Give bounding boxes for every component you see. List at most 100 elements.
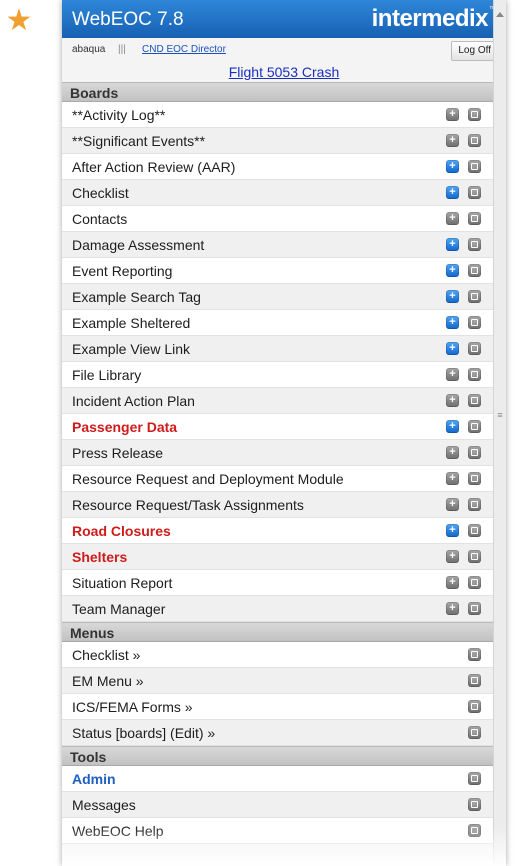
open-window-icon[interactable] [468,576,481,589]
list-item-label[interactable]: Messages [72,797,136,813]
add-record-icon[interactable]: + [446,186,459,199]
list-item-label[interactable]: Team Manager [72,601,165,617]
open-window-icon[interactable] [468,186,481,199]
list-item[interactable]: Resource Request and Deployment Module + [62,466,506,492]
add-record-icon[interactable]: + [446,472,459,485]
open-window-icon[interactable] [468,726,481,739]
list-item-label[interactable]: Status [boards] (Edit) » [72,725,215,741]
open-window-icon[interactable] [468,160,481,173]
list-item-label[interactable]: Press Release [72,445,163,461]
add-record-icon[interactable]: + [446,394,459,407]
add-record-icon[interactable]: + [446,498,459,511]
list-item[interactable]: Messages [62,792,506,818]
incident-link[interactable]: Flight 5053 Crash [229,64,340,80]
add-record-icon[interactable]: + [446,368,459,381]
list-item[interactable]: Press Release + [62,440,506,466]
list-item-label[interactable]: After Action Review (AAR) [72,159,235,175]
list-item-label[interactable]: ICS/FEMA Forms » [72,699,193,715]
list-item-label[interactable]: Passenger Data [72,419,177,435]
log-off-button[interactable]: Log Off [451,41,498,61]
add-record-icon[interactable]: + [446,576,459,589]
list-item[interactable]: Resource Request/Task Assignments + [62,492,506,518]
open-window-icon[interactable] [468,550,481,563]
list-item[interactable]: Damage Assessment + [62,232,506,258]
scrollbar[interactable]: ≡ [493,0,506,866]
list-item[interactable]: File Library + [62,362,506,388]
list-item[interactable]: ICS/FEMA Forms » [62,694,506,720]
open-window-icon[interactable] [468,368,481,381]
open-window-icon[interactable] [468,772,481,785]
list-item-label[interactable]: Example Sheltered [72,315,190,331]
list-item-label[interactable]: WebEOC Help [72,823,164,839]
list-item-label[interactable]: Checklist » [72,647,140,663]
open-window-icon[interactable] [468,264,481,277]
list-item[interactable]: **Activity Log** + [62,102,506,128]
open-window-icon[interactable] [468,472,481,485]
open-window-icon[interactable] [468,674,481,687]
list-item-label[interactable]: Example View Link [72,341,190,357]
open-window-icon[interactable] [468,798,481,811]
list-item-label[interactable]: Resource Request and Deployment Module [72,471,344,487]
add-record-icon[interactable]: + [446,420,459,433]
add-record-icon[interactable]: + [446,550,459,563]
list-item[interactable]: Example Search Tag + [62,284,506,310]
open-window-icon[interactable] [468,498,481,511]
list-item-label[interactable]: Resource Request/Task Assignments [72,497,304,513]
list-item[interactable]: Contacts + [62,206,506,232]
list-item[interactable]: After Action Review (AAR) + [62,154,506,180]
list-item[interactable]: Situation Report + [62,570,506,596]
scroll-grip-icon[interactable]: ≡ [496,410,504,420]
add-record-icon[interactable]: + [446,212,459,225]
list-item[interactable]: Checklist + [62,180,506,206]
open-window-icon[interactable] [468,342,481,355]
list-item-label[interactable]: File Library [72,367,141,383]
open-window-icon[interactable] [468,290,481,303]
add-record-icon[interactable]: + [446,446,459,459]
list-item-label[interactable]: Incident Action Plan [72,393,195,409]
add-record-icon[interactable]: + [446,238,459,251]
list-item-label[interactable]: Checklist [72,185,129,201]
open-window-icon[interactable] [468,700,481,713]
list-item-label[interactable]: Road Closures [72,523,171,539]
list-item-label[interactable]: Situation Report [72,575,172,591]
add-record-icon[interactable]: + [446,108,459,121]
list-item-label[interactable]: Admin [72,771,116,787]
open-window-icon[interactable] [468,824,481,837]
list-item-label[interactable]: Shelters [72,549,127,565]
add-record-icon[interactable]: + [446,134,459,147]
add-record-icon[interactable]: + [446,524,459,537]
open-window-icon[interactable] [468,238,481,251]
list-item-label[interactable]: EM Menu » [72,673,144,689]
add-record-icon[interactable]: + [446,342,459,355]
list-item[interactable]: Example Sheltered + [62,310,506,336]
list-item[interactable]: Checklist » [62,642,506,668]
open-window-icon[interactable] [468,108,481,121]
list-item[interactable]: Status [boards] (Edit) » [62,720,506,746]
list-item[interactable]: Team Manager + [62,596,506,622]
list-item[interactable]: Road Closures + [62,518,506,544]
open-window-icon[interactable] [468,648,481,661]
add-record-icon[interactable]: + [446,290,459,303]
list-item-label[interactable]: Example Search Tag [72,289,201,305]
list-item[interactable]: Admin [62,766,506,792]
list-item-label[interactable]: Damage Assessment [72,237,204,253]
list-item[interactable]: **Significant Events** + [62,128,506,154]
list-item[interactable]: Incident Action Plan + [62,388,506,414]
list-item-label[interactable]: Event Reporting [72,263,172,279]
open-window-icon[interactable] [468,446,481,459]
list-item[interactable]: Event Reporting + [62,258,506,284]
open-window-icon[interactable] [468,524,481,537]
open-window-icon[interactable] [468,420,481,433]
add-record-icon[interactable]: + [446,264,459,277]
position-link[interactable]: CND EOC Director [142,44,226,55]
open-window-icon[interactable] [468,134,481,147]
open-window-icon[interactable] [468,394,481,407]
list-item[interactable]: Example View Link + [62,336,506,362]
list-item[interactable]: Shelters + [62,544,506,570]
open-window-icon[interactable] [468,212,481,225]
scroll-up-arrow-icon[interactable] [496,12,504,17]
list-item-label[interactable]: **Significant Events** [72,133,205,149]
list-item[interactable]: Passenger Data + [62,414,506,440]
list-item[interactable]: WebEOC Help [62,818,506,844]
list-item-label[interactable]: Contacts [72,211,127,227]
